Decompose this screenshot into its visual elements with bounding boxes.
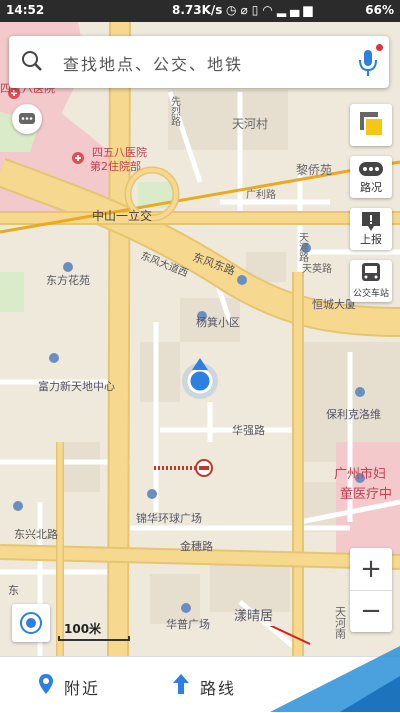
message-button[interactable] [12, 104, 42, 134]
search-bar[interactable]: 查找地点、公交、地铁 [9, 36, 389, 88]
search-icon [22, 51, 42, 71]
route-button[interactable]: 路线 [170, 657, 270, 713]
nearby-button[interactable]: 附近 [36, 657, 136, 713]
scale-bar [58, 636, 130, 641]
map-label-tianya-road: 天涯路 [297, 232, 309, 263]
map-label-guangli-road: 广利路 [246, 188, 276, 201]
status-bar: 14:52 8.73K/s ◷⌀▯◠▂▄▆ 66% [0, 0, 400, 22]
bus-station-label: 公交车站 [352, 289, 389, 299]
bus-station-button[interactable]: 公交车站 [350, 260, 392, 302]
map-label-tianying-road: 天英路 [302, 262, 332, 275]
map-label-xianlie-road: 先烈路 [169, 96, 181, 127]
locate-me-button[interactable] [12, 604, 50, 642]
map-label-liqiao: 黎侨苑 [296, 163, 332, 177]
layers-button[interactable] [350, 104, 392, 146]
status-time: 14:52 [6, 3, 45, 17]
notification-dot [376, 44, 383, 51]
microphone-icon[interactable] [357, 46, 379, 78]
map-label-poly: 保利克洛维 [326, 407, 381, 421]
nearby-label: 附近 [64, 679, 101, 698]
alarm-icon: ◷ [226, 3, 241, 17]
mute-icon: ⌀ [240, 3, 252, 17]
layers-icon [360, 112, 384, 137]
map-label-dong: 东 [8, 584, 19, 597]
map-label-dongxing-north: 东兴北路 [14, 528, 58, 541]
map-label-fuli: 富力新天地中心 [38, 379, 115, 393]
zoom-control: + − [350, 548, 392, 632]
vibrate-icon: ▯ [251, 3, 263, 17]
hospital-icon-2 [72, 152, 84, 164]
map-label-tianhe-village: 天河村 [232, 117, 268, 131]
no-entry-bar [199, 466, 209, 470]
block-5 [140, 342, 180, 402]
status-icons: ◷⌀▯◠▂▄▆ [226, 3, 317, 17]
map-label-interchange: 中山一立交 [92, 208, 152, 223]
map-label-jinsui-road: 金穗路 [180, 539, 213, 553]
map-label-hospital-2: 四五八医院 [92, 145, 147, 159]
block-8 [150, 574, 200, 624]
map-label-yangqing: 漾晴居 [234, 609, 273, 624]
report-button[interactable]: 上报 [350, 208, 392, 250]
block-6 [60, 442, 100, 492]
block-9 [300, 482, 336, 532]
bus-stop-icon [362, 263, 380, 281]
block-7 [210, 562, 290, 612]
status-battery: 66% [365, 3, 394, 17]
location-pin-icon [39, 674, 53, 694]
route-arrow-icon [173, 674, 189, 694]
map-label-dongfang-garden: 东方花苑 [46, 273, 90, 287]
zoom-in-button[interactable]: + [350, 548, 392, 591]
map-scale: 100米 [58, 620, 130, 641]
map-label-huaqiang-road: 华强路 [232, 423, 265, 437]
map-label-women-children: 广州市妇 [334, 466, 386, 482]
map-label-women-children-2: 童医疗中 [340, 486, 392, 502]
search-input[interactable]: 查找地点、公交、地铁 [63, 51, 243, 75]
chat-bubble-icon [19, 113, 35, 124]
map-label-huapu: 华普广场 [166, 617, 210, 631]
map-label-yangji: 杨箕小区 [196, 315, 240, 329]
watermark-logo [270, 626, 400, 712]
map-view[interactable]: 四五八医院 四五八医院 第2住院部 天河村 黎侨苑 广利路 中山一立交 东风东路… [0, 22, 400, 656]
route-label: 路线 [200, 679, 237, 698]
status-network-speed: 8.73K/s [172, 3, 223, 17]
locate-icon [20, 612, 42, 634]
map-label-hospital-branch: 第2住院部 [90, 159, 141, 173]
wifi-icon: ◠ [262, 3, 277, 17]
report-label: 上报 [360, 233, 382, 246]
traffic-label: 路况 [360, 181, 382, 194]
signal-icon: ▂▄▆ [276, 3, 317, 17]
map-label-jinhua: 锦华环球广场 [136, 511, 202, 525]
traffic-button[interactable]: 路况 [350, 156, 392, 198]
park-area-3 [0, 272, 24, 312]
scale-label: 100米 [64, 622, 102, 636]
